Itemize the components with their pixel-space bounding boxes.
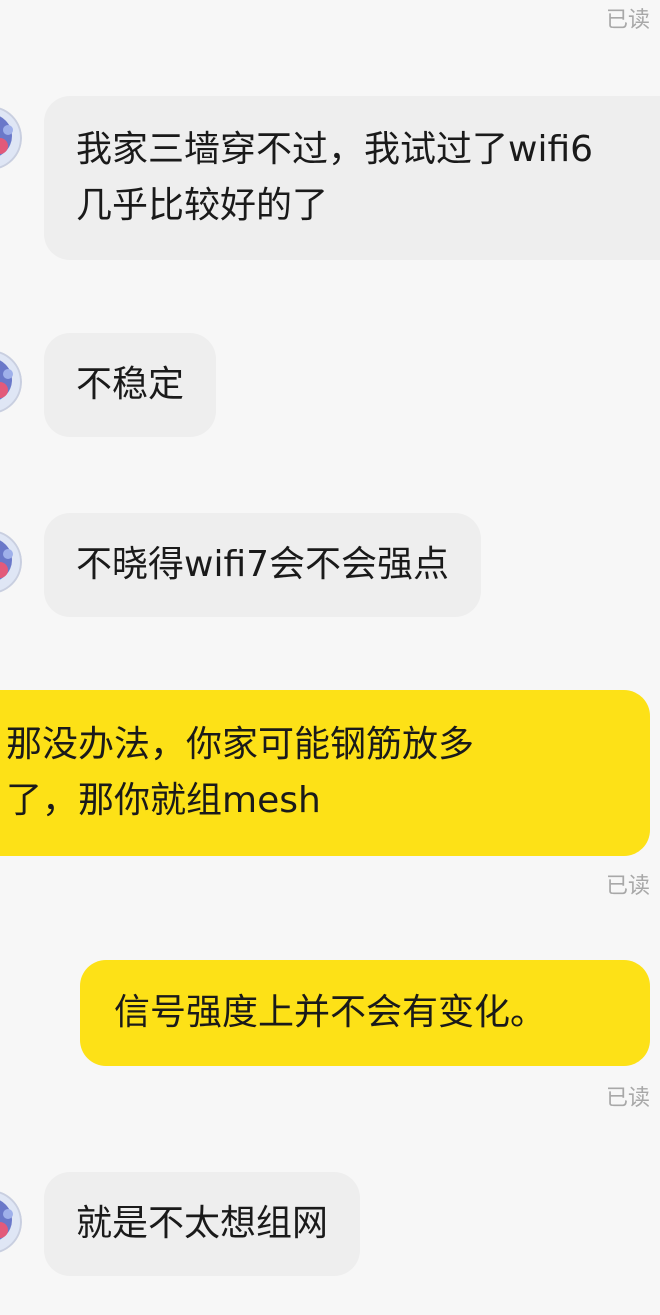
read-status: 已读: [605, 874, 650, 899]
chat-screen: 已读 我家三墙穿不过，我试过了wifi6 几乎比较好的了 不稳定 不晓得wifi…: [0, 0, 660, 1315]
read-status-top: 已读: [605, 8, 650, 33]
message-text-line: 那没办法，你家可能钢筋放多: [6, 724, 475, 765]
read-status: 已读: [605, 1086, 650, 1111]
message-bubble-incoming[interactable]: 不晓得wifi7会不会强点: [44, 513, 482, 617]
contact-avatar-icon[interactable]: [0, 350, 22, 414]
message-text-line: 我家三墙穿不过，我试过了wifi6: [76, 129, 594, 170]
message-text-line: 不稳定: [76, 364, 185, 405]
message-text-line: 几乎比较好的了: [76, 185, 329, 226]
message-bubble-incoming[interactable]: 不稳定: [44, 333, 217, 437]
contact-avatar-icon[interactable]: [0, 530, 22, 594]
message-text-line: 信号强度上并不会有变化。: [114, 992, 547, 1033]
message-text-line: 就是不太想组网: [76, 1203, 329, 1244]
message-text-line: 了，那你就组mesh: [6, 780, 321, 821]
message-bubble-incoming[interactable]: 就是不太想组网: [44, 1172, 361, 1276]
contact-avatar-icon[interactable]: [0, 106, 22, 170]
message-text-line: 不晓得wifi7会不会强点: [76, 544, 450, 585]
message-bubble-outgoing[interactable]: 信号强度上并不会有变化。: [80, 960, 650, 1066]
message-bubble-incoming[interactable]: 我家三墙穿不过，我试过了wifi6 几乎比较好的了: [44, 96, 660, 260]
message-bubble-outgoing[interactable]: 那没办法，你家可能钢筋放多 了，那你就组mesh: [0, 690, 650, 856]
contact-avatar-icon[interactable]: [0, 1190, 22, 1254]
